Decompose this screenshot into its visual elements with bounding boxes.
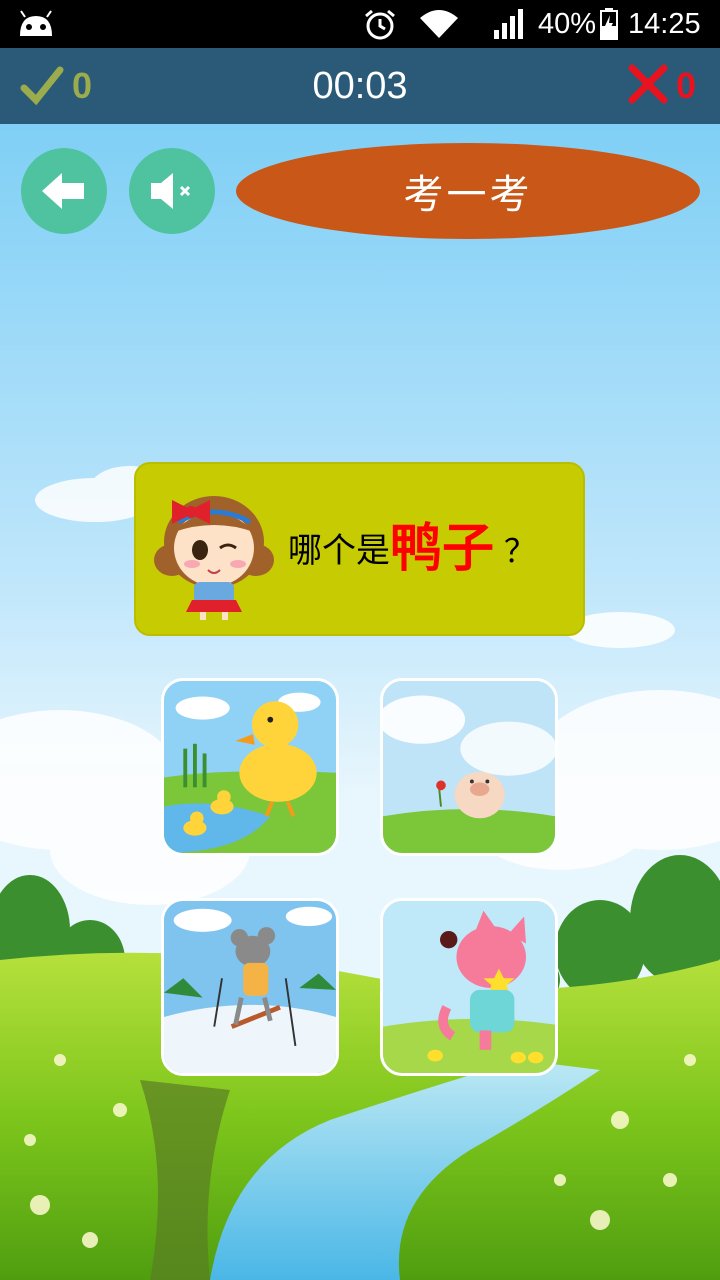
- duck-option[interactable]: [161, 678, 339, 856]
- duck-image: [164, 681, 336, 853]
- clock: 14:25: [628, 8, 701, 40]
- wrong-count: 0: [676, 65, 697, 106]
- back-button[interactable]: [21, 148, 107, 234]
- score-bar: 0 00:03 0: [0, 48, 720, 124]
- mouse-option[interactable]: [161, 898, 339, 1076]
- status-bar: 40% 14:25: [0, 0, 720, 48]
- question-card: 哪个是鸭子？: [134, 462, 585, 636]
- wifi-icon: [420, 10, 458, 38]
- mouse-skiing-image: [164, 901, 336, 1073]
- pig-option[interactable]: [380, 678, 558, 856]
- cat-option[interactable]: [380, 898, 558, 1076]
- timer: 00:03: [312, 65, 408, 107]
- question-prefix: 哪个是: [288, 531, 390, 571]
- battery-charging-icon: [600, 8, 618, 40]
- speaker-muted-icon: [151, 173, 191, 209]
- pig-image: [383, 681, 555, 853]
- battery-percent: 40%: [538, 8, 597, 40]
- pink-cat-image: [383, 901, 555, 1073]
- alarm-icon: [365, 9, 395, 40]
- question-mark: ？: [504, 532, 537, 570]
- back-arrow-icon: [42, 173, 84, 209]
- android-icon: [20, 10, 52, 36]
- girl-mascot-icon: [154, 496, 274, 620]
- signal-icon: [494, 9, 523, 39]
- x-icon: [628, 64, 668, 104]
- sound-toggle-button[interactable]: [129, 148, 215, 234]
- question-text: 哪个是鸭子？: [288, 514, 536, 586]
- page-title: 考一考: [236, 143, 700, 239]
- question-keyword: 鸭子: [390, 519, 495, 579]
